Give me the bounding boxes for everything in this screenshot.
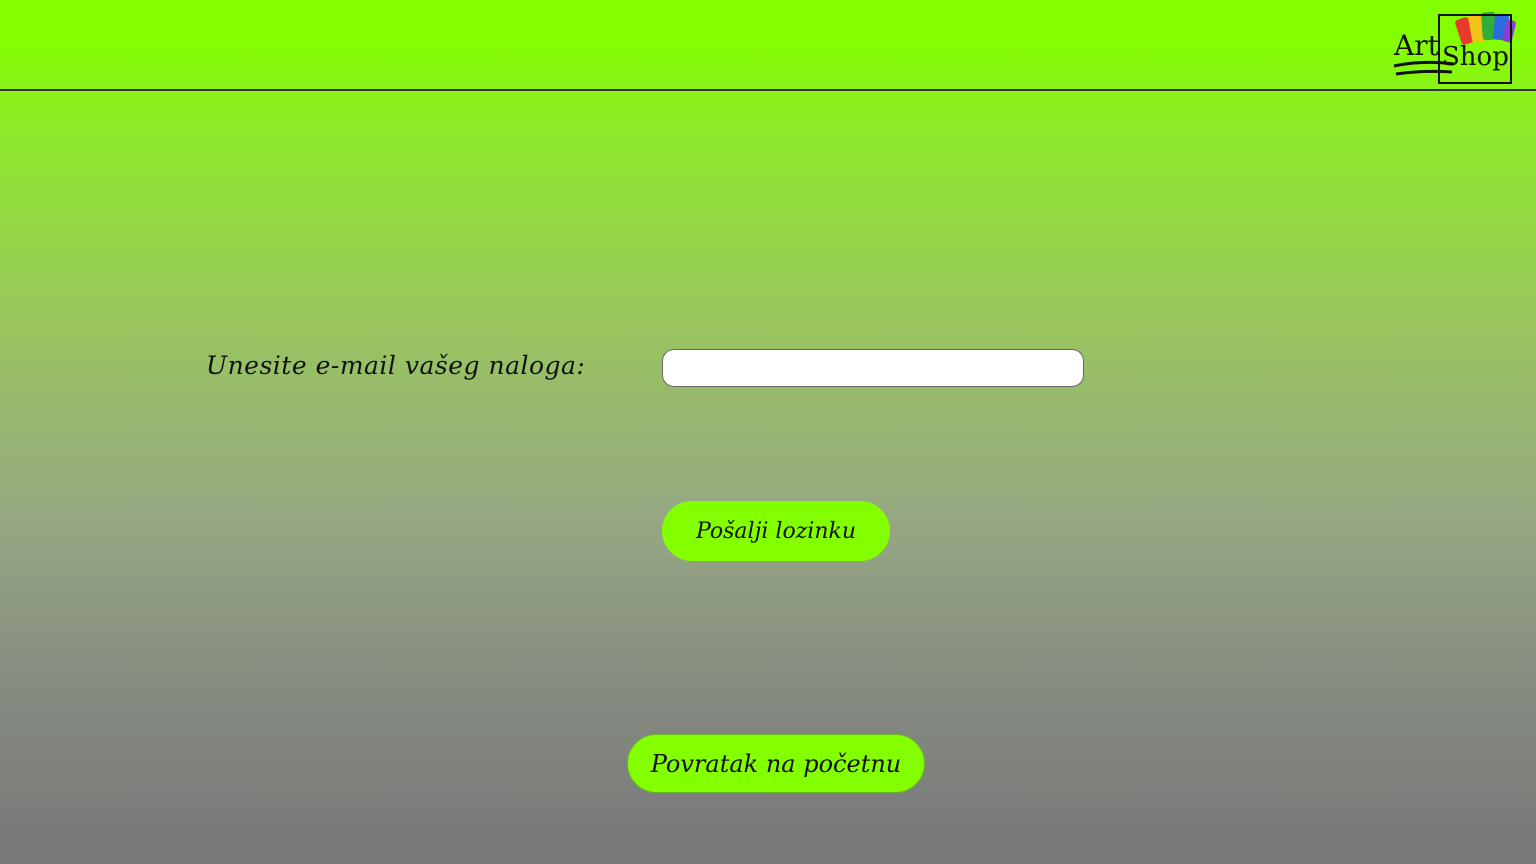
back-to-home-button[interactable]: Povratak na početnu xyxy=(627,734,925,793)
email-label: Unesite e-mail vašeg naloga: xyxy=(206,351,586,380)
header-divider xyxy=(0,89,1536,91)
email-field[interactable] xyxy=(662,349,1084,387)
art-shop-logo[interactable]: Art Shop xyxy=(1392,8,1522,88)
send-password-button[interactable]: Pošalji lozinku xyxy=(662,501,890,561)
logo-word-art: Art xyxy=(1394,29,1439,62)
logo-word-shop: Shop xyxy=(1442,42,1509,72)
